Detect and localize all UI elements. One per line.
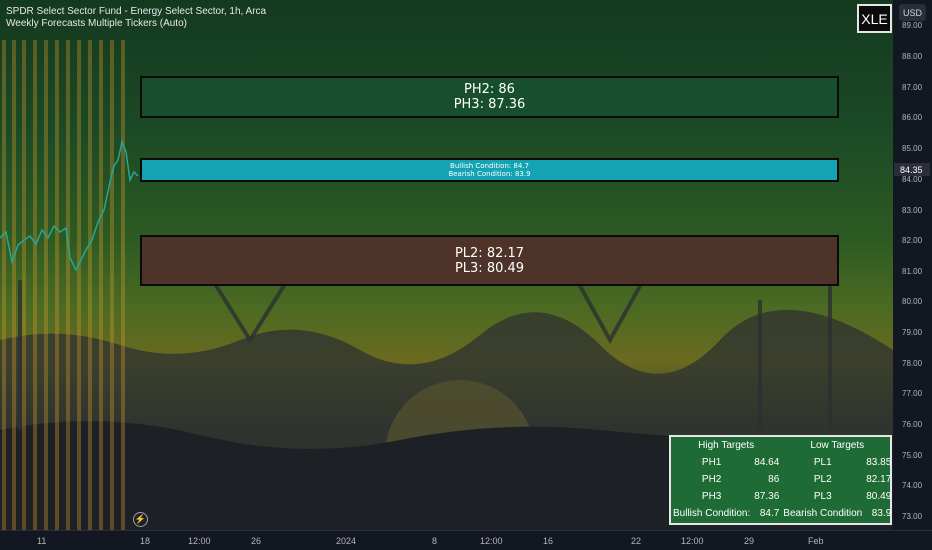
- price-axis-label: 78.00: [902, 359, 923, 368]
- table-cell: PH1: [701, 457, 722, 468]
- table-row: PH1 84.64 PL1 83.85: [671, 454, 893, 471]
- chart-header: SPDR Select Sector Fund - Energy Select …: [6, 6, 266, 30]
- time-axis-label: 11: [37, 536, 47, 546]
- price-axis-label: 73.00: [902, 512, 923, 521]
- chart-plot-area[interactable]: SPDR Select Sector Fund - Energy Select …: [0, 0, 893, 530]
- price-axis-label: 85.00: [902, 144, 923, 153]
- table-row: Bullish Condition: 84.7 Bearish Conditio…: [671, 505, 893, 522]
- time-axis-label: 22: [631, 536, 642, 546]
- zone-low-line1: PL2: 82.17: [454, 245, 525, 261]
- price-axis-label: 77.00: [902, 389, 923, 398]
- low-target-zone: PL2: 82.17 PL3: 80.49: [140, 235, 839, 286]
- table-cell: PL1: [813, 457, 832, 468]
- table-row: PH2 86 PL2 82.17: [671, 471, 893, 488]
- price-axis-label: 80.00: [902, 297, 923, 306]
- time-axis-label: 2024: [336, 536, 357, 546]
- time-axis-label: 12:00: [681, 536, 704, 546]
- price-axis-label: 75.00: [902, 451, 923, 460]
- time-axis-label: 26: [251, 536, 262, 546]
- price-axis-label: 81.00: [902, 267, 923, 276]
- bullish-label: Bullish Condition:: [673, 508, 751, 519]
- table-cell: 87.36: [754, 491, 780, 502]
- table-cell: PH2: [701, 474, 722, 485]
- price-axis-label: 74.00: [902, 481, 923, 490]
- price-axis-label: 84.00: [902, 175, 923, 184]
- ticker-badge: XLE: [857, 4, 892, 33]
- price-axis-label: 83.00: [902, 206, 923, 215]
- condition-zone: Bullish Condition: 84.7 Bearish Conditio…: [140, 158, 839, 182]
- zone-mid-line1: Bullish Condition: 84.7: [450, 162, 529, 170]
- price-axis-label: 76.00: [902, 420, 923, 429]
- low-targets-header: Low Targets: [810, 440, 865, 451]
- targets-table: High Targets Low Targets PH1 84.64 PL1 8…: [669, 435, 892, 525]
- table-cell: 83.85: [866, 457, 892, 468]
- bearish-value: 83.9: [871, 508, 892, 519]
- price-axis-label: 82.00: [902, 236, 923, 245]
- table-cell: 82.17: [866, 474, 892, 485]
- price-axis-label: 86.00: [902, 113, 923, 122]
- current-price-tag: 84.35: [894, 163, 930, 176]
- zone-high-line2: PH3: 87.36: [453, 97, 526, 112]
- time-axis-label: 16: [543, 536, 554, 546]
- price-axis-label: 79.00: [902, 328, 923, 337]
- table-cell: PL3: [813, 491, 832, 502]
- high-target-zone: PH2: 86 PH3: 87.36: [140, 76, 839, 118]
- bearish-label: Bearish Condition: [783, 508, 863, 519]
- zone-high-line1: PH2: 86: [464, 82, 515, 97]
- symbol-title[interactable]: SPDR Select Sector Fund - Energy Select …: [6, 6, 266, 18]
- high-targets-header: High Targets: [698, 440, 755, 451]
- time-axis-label: 18: [140, 536, 151, 546]
- time-axis-label: 8: [432, 536, 438, 546]
- bullish-value: 84.7: [759, 508, 780, 519]
- lightning-icon[interactable]: ⚡: [133, 512, 148, 527]
- price-axis-label: 87.00: [902, 83, 923, 92]
- price-axis-label: 88.00: [902, 52, 923, 61]
- time-axis-label: Feb: [808, 536, 824, 546]
- table-cell: 86: [768, 474, 780, 485]
- table-row: PH3 87.36 PL3 80.49: [671, 488, 893, 505]
- price-axis-label: 89.00: [902, 21, 923, 30]
- zone-low-line2: PL3: 80.49: [454, 260, 525, 276]
- time-axis-label: 12:00: [480, 536, 503, 546]
- time-axis-label: 29: [744, 536, 755, 546]
- currency-button[interactable]: USD: [899, 4, 926, 21]
- table-header-row: High Targets Low Targets: [671, 437, 893, 454]
- table-cell: 84.64: [754, 457, 780, 468]
- table-cell: PL2: [813, 474, 832, 485]
- zone-mid-line2: Bearish Condition: 83.9: [448, 170, 531, 178]
- indicator-title[interactable]: Weekly Forecasts Multiple Tickers (Auto): [6, 18, 266, 30]
- time-axis-label: 12:00: [188, 536, 211, 546]
- table-cell: 80.49: [866, 491, 892, 502]
- table-cell: PH3: [701, 491, 722, 502]
